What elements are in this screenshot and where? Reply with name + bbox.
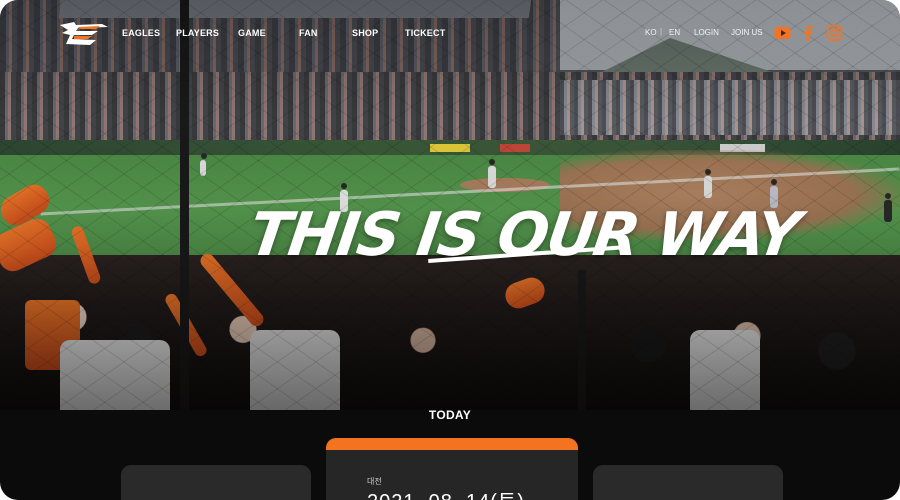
lang-separator: | (660, 27, 663, 36)
game-card-next[interactable] (593, 465, 783, 500)
hero-banner: EAGLES PLAYERS GAME FAN SHOP TICKECT KO … (0, 0, 900, 410)
join-link[interactable]: JOIN US (731, 28, 763, 37)
today-label: TODAY (428, 408, 472, 422)
card-accent-bar (326, 438, 578, 450)
headline-text: THIS IS OUR WAY (245, 200, 803, 270)
nav-shop[interactable]: SHOP (352, 28, 378, 38)
login-link[interactable]: LOGIN (694, 28, 719, 37)
game-card-prev[interactable] (121, 465, 311, 500)
nav-eagles[interactable]: EAGLES (122, 28, 160, 38)
facebook-icon[interactable] (800, 25, 817, 41)
top-navigation: EAGLES PLAYERS GAME FAN SHOP TICKECT KO … (0, 27, 900, 42)
lang-ko[interactable]: KO (645, 28, 657, 37)
game-date: 2021. 08. 14(토) (367, 485, 525, 500)
nav-players[interactable]: PLAYERS (176, 28, 219, 38)
instagram-icon[interactable] (826, 25, 843, 41)
hero-headline: THIS IS OUR WAY (245, 200, 803, 290)
nav-ticket[interactable]: TICKECT (405, 28, 445, 38)
page-frame: EAGLES PLAYERS GAME FAN SHOP TICKECT KO … (0, 0, 900, 500)
nav-game[interactable]: GAME (238, 28, 266, 38)
youtube-icon[interactable] (774, 25, 791, 41)
nav-fan[interactable]: FAN (299, 28, 318, 38)
lang-en[interactable]: EN (669, 28, 680, 37)
game-card-today[interactable]: 대전 2021. 08. 14(토) (326, 438, 578, 500)
